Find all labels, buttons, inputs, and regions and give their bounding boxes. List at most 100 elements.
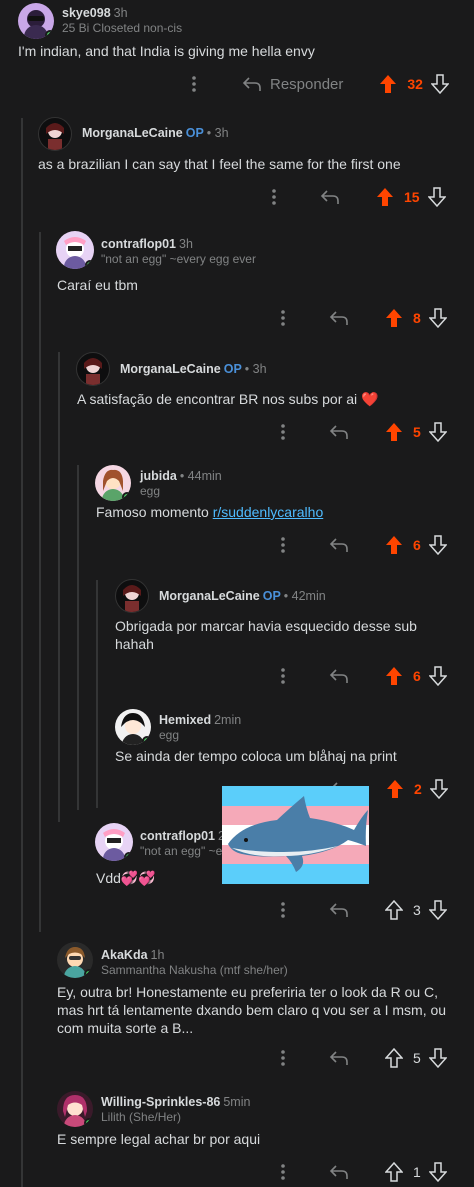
comment-actions: 15: [264, 185, 446, 209]
subreddit-link[interactable]: r/suddenlycaralho: [213, 504, 324, 520]
thread-line: [58, 352, 60, 822]
avatar[interactable]: [56, 231, 94, 269]
username[interactable]: contraflop01 3h: [101, 237, 193, 251]
more-icon[interactable]: [273, 668, 293, 684]
more-icon[interactable]: [264, 189, 284, 205]
thread-line: [39, 232, 41, 932]
online-indicator: [122, 492, 131, 501]
upvote-icon[interactable]: [385, 308, 403, 328]
reply-button[interactable]: Responder: [242, 76, 343, 93]
avatar[interactable]: [18, 3, 54, 39]
comment-text: Ey, outra br! Honestamente eu preferiria…: [57, 984, 447, 1036]
avatar[interactable]: [76, 352, 110, 386]
username[interactable]: MorganaLeCaine OP • 3h: [82, 126, 229, 140]
timestamp: • 42min: [283, 589, 326, 603]
online-indicator: [84, 969, 93, 978]
username[interactable]: MorganaLeCaine OP • 42min: [159, 589, 326, 603]
avatar[interactable]: [95, 465, 131, 501]
avatar[interactable]: [95, 823, 133, 861]
reply-icon[interactable]: [329, 424, 349, 440]
downvote-icon[interactable]: [428, 422, 447, 442]
reply-icon[interactable]: [320, 189, 340, 205]
user-flair: egg: [140, 484, 161, 498]
comment-actions: Responder 32: [184, 72, 449, 96]
upvote-icon[interactable]: [376, 187, 394, 207]
username[interactable]: MorganaLeCaine OP • 3h: [120, 362, 267, 376]
shark-sticker: [222, 786, 369, 884]
vote-score: 15: [404, 189, 420, 205]
op-badge: OP: [262, 589, 281, 603]
op-badge: OP: [185, 126, 204, 140]
comment-actions: 6: [273, 533, 447, 557]
user-flair: 25 Bi Closeted non-cis: [62, 21, 183, 35]
thread-line: [21, 118, 23, 1187]
comment-actions: 3: [273, 898, 447, 922]
downvote-icon[interactable]: [428, 1162, 447, 1182]
downvote-icon[interactable]: [429, 779, 448, 799]
reply-icon[interactable]: [329, 1050, 349, 1066]
reply-icon[interactable]: [329, 1164, 349, 1180]
more-icon[interactable]: [273, 537, 293, 553]
username[interactable]: skye098 3h: [62, 6, 128, 20]
op-badge: OP: [223, 362, 242, 376]
comment-text: I'm indian, and that India is giving me …: [18, 43, 315, 59]
upvote-icon[interactable]: [385, 1162, 403, 1182]
reply-icon[interactable]: [329, 668, 349, 684]
more-icon[interactable]: [273, 1164, 293, 1180]
username[interactable]: AkaKda 1h: [101, 948, 164, 962]
reply-icon[interactable]: [329, 537, 349, 553]
reply-icon[interactable]: [329, 310, 349, 326]
upvote-icon[interactable]: [379, 74, 397, 94]
timestamp: • 3h: [244, 362, 267, 376]
downvote-icon[interactable]: [430, 74, 449, 94]
upvote-icon[interactable]: [385, 1048, 403, 1068]
online-indicator: [84, 1118, 93, 1127]
timestamp: • 3h: [206, 126, 229, 140]
upvote-icon[interactable]: [385, 666, 403, 686]
upvote-icon[interactable]: [386, 779, 404, 799]
online-indicator: [45, 30, 54, 39]
reply-icon[interactable]: [329, 902, 349, 918]
downvote-icon[interactable]: [428, 1048, 447, 1068]
timestamp: 5min: [223, 1095, 251, 1109]
upvote-icon[interactable]: [385, 535, 403, 555]
timestamp: 3h: [113, 6, 128, 20]
avatar[interactable]: [57, 1091, 93, 1127]
avatar[interactable]: [115, 579, 149, 613]
more-icon[interactable]: [273, 310, 293, 326]
downvote-icon[interactable]: [428, 308, 447, 328]
reply-label: Responder: [270, 75, 344, 93]
comment-text: Obrigada por marcar havia esquecido dess…: [115, 618, 417, 652]
upvote-icon[interactable]: [385, 422, 403, 442]
username[interactable]: contraflop01 2: [140, 829, 225, 843]
user-flair: egg: [159, 728, 180, 742]
more-icon[interactable]: [273, 424, 293, 440]
comment-text: A satisfação de encontrar BR nos subs po…: [77, 391, 379, 407]
timestamp: • 44min: [179, 469, 222, 483]
vote-score: 6: [413, 668, 421, 684]
username[interactable]: jubida • 44min: [140, 469, 222, 483]
online-indicator: [142, 736, 151, 745]
downvote-icon[interactable]: [428, 666, 447, 686]
avatar[interactable]: [115, 709, 151, 745]
more-icon[interactable]: [273, 902, 293, 918]
more-icon[interactable]: [184, 76, 204, 92]
online-indicator: [124, 852, 133, 861]
comment-actions: 8: [273, 306, 447, 330]
vote-score: 5: [413, 1050, 421, 1066]
username[interactable]: Hemixed 2min: [159, 713, 241, 727]
avatar[interactable]: [57, 942, 93, 978]
vote-score: 5: [413, 424, 421, 440]
comment-actions: 5: [273, 420, 447, 444]
thread-line: [96, 580, 98, 808]
username[interactable]: Willing-Sprinkles-86 5min: [101, 1095, 250, 1109]
more-icon[interactable]: [273, 1050, 293, 1066]
avatar[interactable]: [38, 117, 72, 151]
user-flair: "not an egg" ~every egg ever: [101, 252, 256, 266]
downvote-icon[interactable]: [428, 900, 447, 920]
vote-score: 3: [413, 902, 421, 918]
downvote-icon[interactable]: [427, 187, 446, 207]
upvote-icon[interactable]: [385, 900, 403, 920]
vote-score: 2: [414, 781, 422, 797]
downvote-icon[interactable]: [428, 535, 447, 555]
